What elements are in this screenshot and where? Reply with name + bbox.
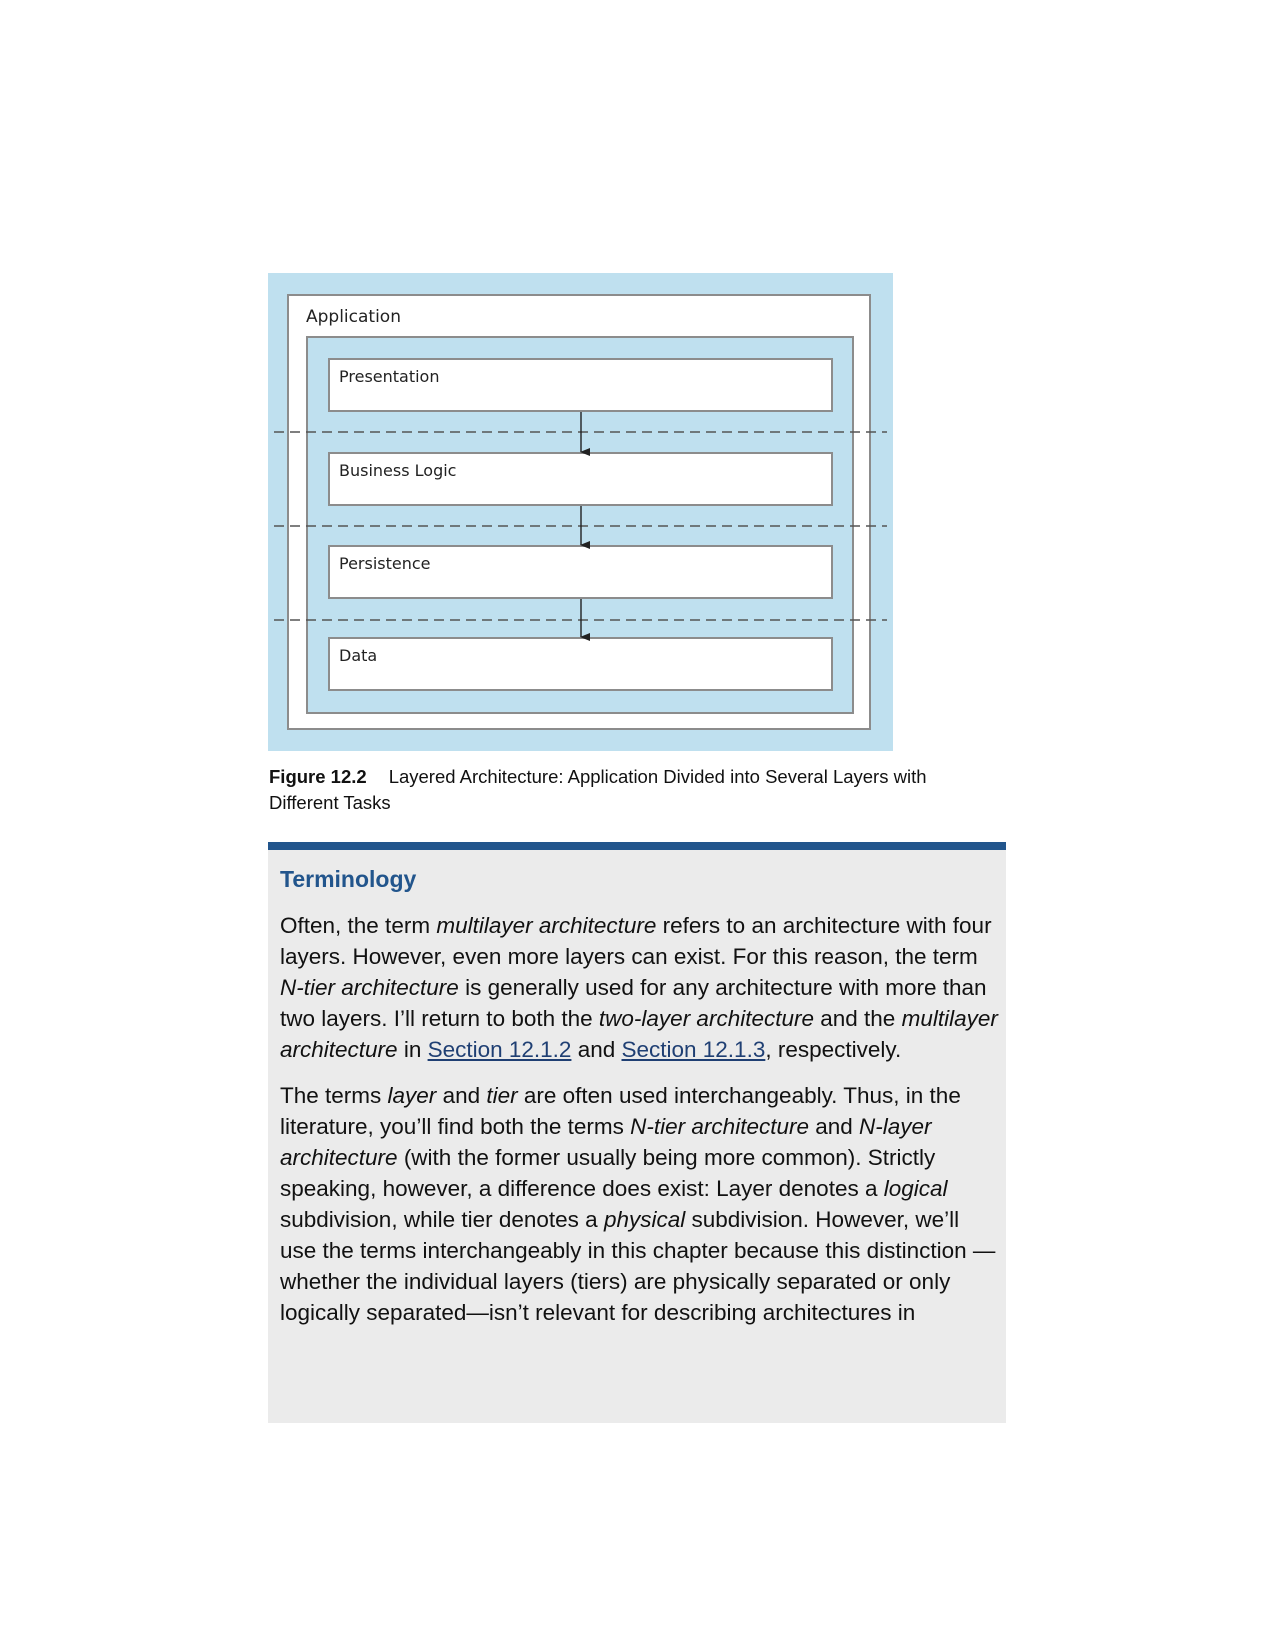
italic-term: multilayer architecture xyxy=(436,913,657,938)
text-run: and the xyxy=(814,1006,902,1031)
presentation-layer-box: Presentation xyxy=(328,358,833,412)
persistence-layer-box: Persistence xyxy=(328,545,833,599)
business-logic-layer-label: Business Logic xyxy=(339,461,457,480)
terminology-box: Terminology Often, the term multilayer a… xyxy=(268,842,1006,1423)
text-run: subdivision, while tier denotes a xyxy=(280,1207,604,1232)
layered-architecture-diagram: Application Presentation Business Logic … xyxy=(268,273,893,751)
terminology-body: Often, the term multilayer architecture … xyxy=(280,910,1000,1343)
text-run: and xyxy=(436,1083,487,1108)
text-run: , respectively. xyxy=(765,1037,902,1062)
section-12-1-3-link[interactable]: Section 12.1.3 xyxy=(621,1037,765,1062)
text-run: and xyxy=(808,1114,860,1139)
section-12-1-2-link[interactable]: Section 12.1.2 xyxy=(428,1037,572,1062)
figure-number: Figure 12.2 xyxy=(269,766,367,787)
italic-term: physical xyxy=(603,1207,686,1232)
italic-term: N-tier architecture xyxy=(630,1114,809,1139)
presentation-layer-label: Presentation xyxy=(339,367,440,386)
italic-term: layer xyxy=(387,1083,437,1108)
persistence-layer-label: Persistence xyxy=(339,554,431,573)
business-logic-layer-box: Business Logic xyxy=(328,452,833,506)
terminology-paragraph-2: The terms layer and tier are often used … xyxy=(280,1080,1000,1328)
data-layer-label: Data xyxy=(339,646,378,665)
italic-term: tier xyxy=(486,1083,518,1108)
figure-caption: Figure 12.2 Layered Architecture: Applica… xyxy=(269,764,989,816)
italic-term: logical xyxy=(883,1176,948,1201)
italic-term: N-tier architecture xyxy=(280,975,459,1000)
text-run: in xyxy=(397,1037,428,1062)
terminology-paragraph-1: Often, the term multilayer architecture … xyxy=(280,910,1000,1065)
text-run: Often, the term xyxy=(280,913,437,938)
text-run: and xyxy=(571,1037,622,1062)
italic-term: two-layer architecture xyxy=(598,1006,814,1031)
text-run: The terms xyxy=(280,1083,388,1108)
figure-caption-text: Layered Architecture: Application Divide… xyxy=(269,766,927,813)
terminology-title: Terminology xyxy=(280,866,417,892)
application-label: Application xyxy=(306,307,401,327)
data-layer-box: Data xyxy=(328,637,833,691)
